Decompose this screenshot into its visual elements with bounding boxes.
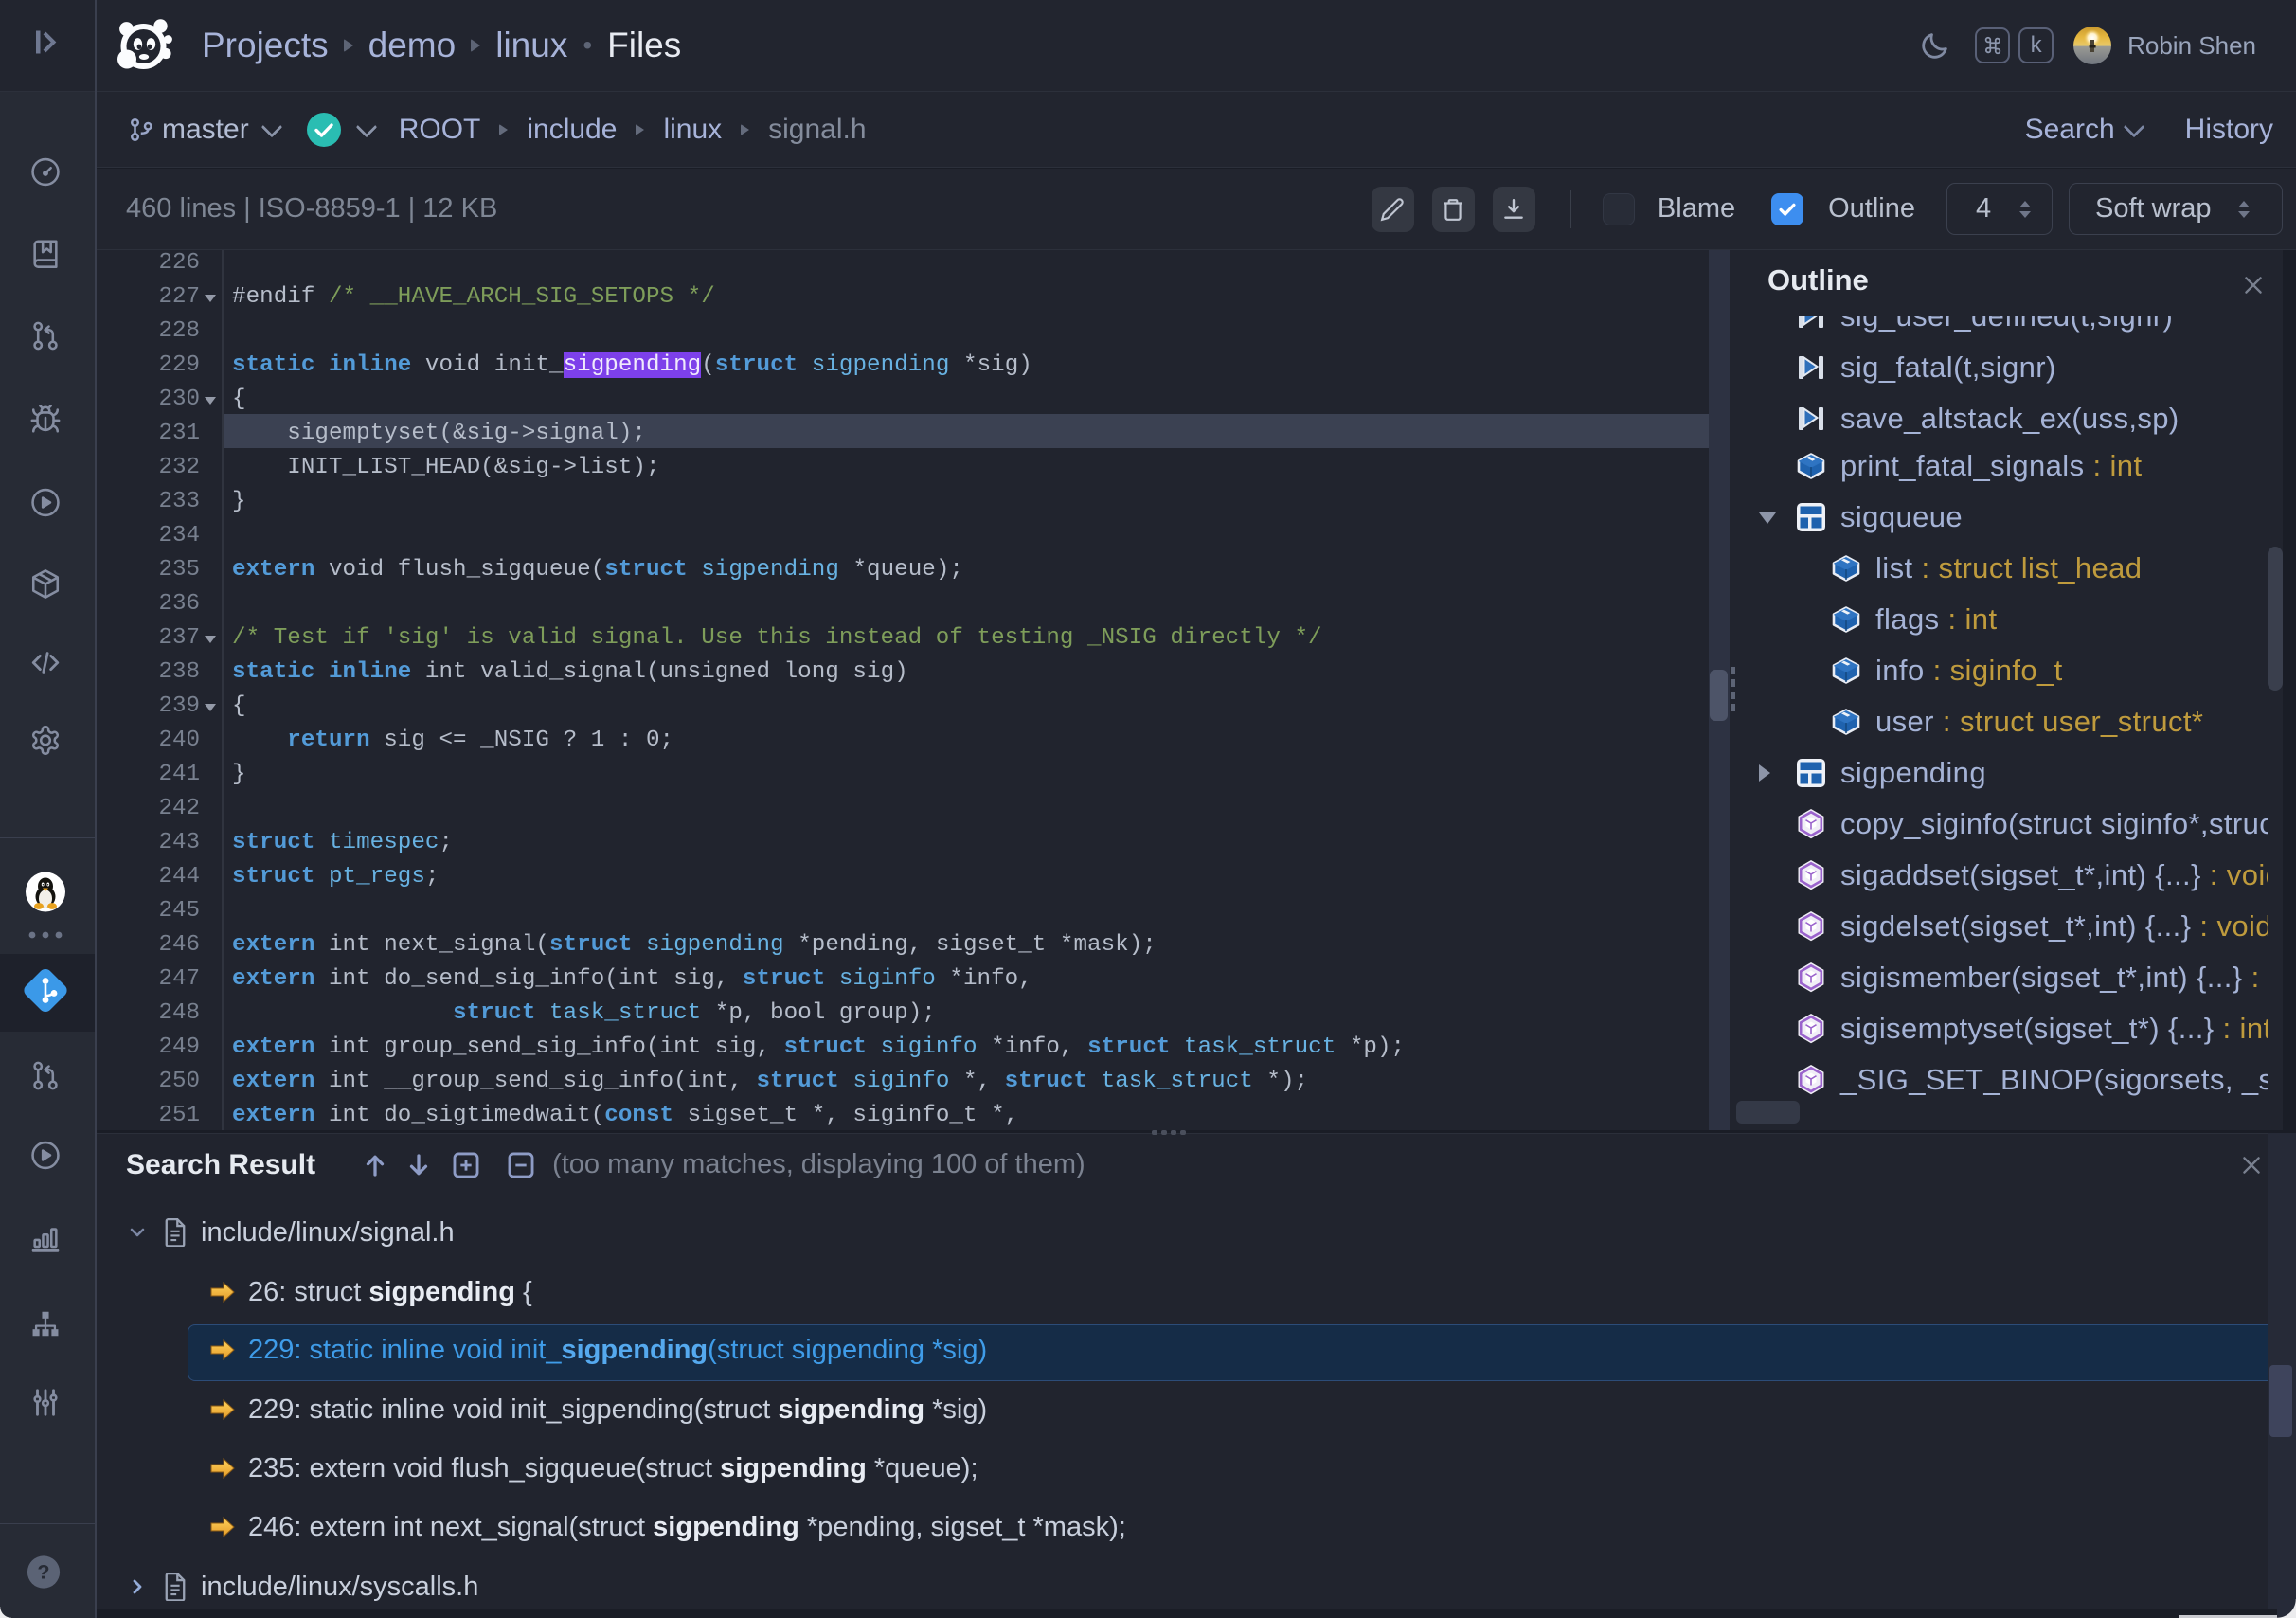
svg-text:?: ?: [37, 1560, 49, 1584]
